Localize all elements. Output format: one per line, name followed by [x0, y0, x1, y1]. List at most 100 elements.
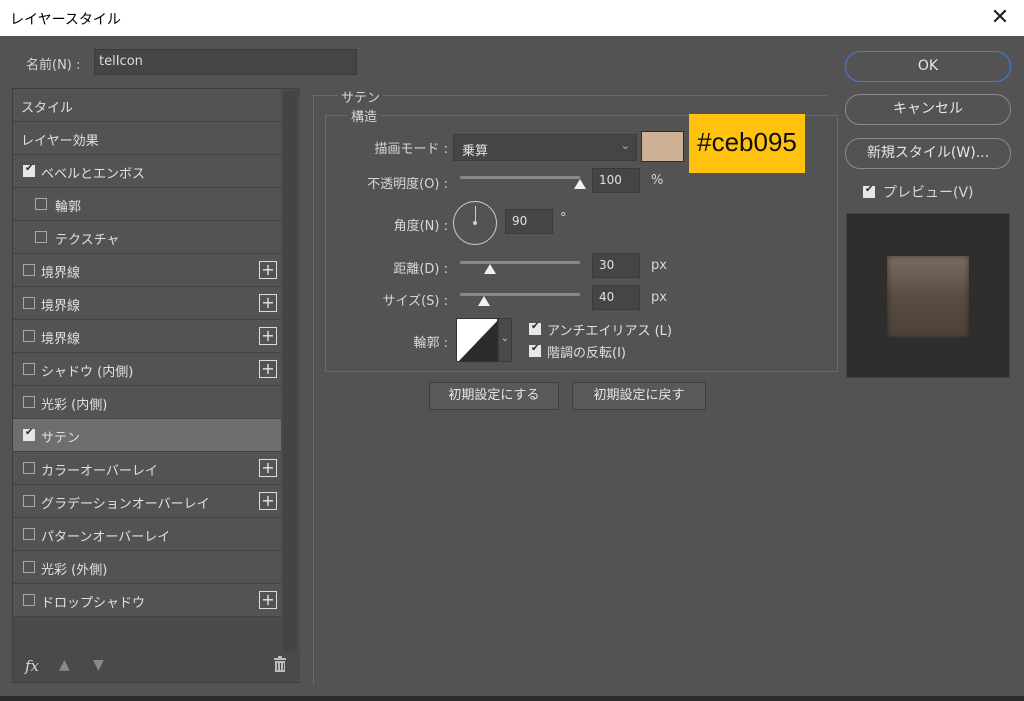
- style-checkbox[interactable]: [23, 594, 35, 606]
- color-swatch[interactable]: [641, 131, 684, 162]
- arrow-down-icon[interactable]: ▼: [93, 657, 104, 673]
- style-item[interactable]: スタイル: [13, 89, 281, 122]
- style-item[interactable]: 境界線 +: [13, 320, 281, 353]
- style-item[interactable]: ベベルとエンボス: [13, 155, 281, 188]
- angle-label: 角度(N) :: [393, 219, 448, 234]
- style-item-label: 輪郭: [55, 200, 82, 215]
- add-icon[interactable]: +: [259, 459, 277, 477]
- style-checkbox[interactable]: [23, 330, 35, 342]
- antialias-label: アンチエイリアス (L): [547, 324, 672, 339]
- group-title: 構造: [347, 106, 382, 125]
- angle-unit: °: [560, 211, 567, 226]
- style-item[interactable]: 境界線 +: [13, 254, 281, 287]
- preview-label: プレビュー(V): [883, 185, 974, 201]
- scrollbar[interactable]: [281, 89, 300, 682]
- invert-check[interactable]: [529, 343, 541, 357]
- preview-check[interactable]: [863, 184, 875, 198]
- style-item[interactable]: パターンオーバーレイ: [13, 518, 281, 551]
- distance-unit: px: [651, 258, 667, 273]
- style-checkbox[interactable]: [35, 198, 47, 210]
- add-icon[interactable]: +: [259, 261, 277, 279]
- style-item[interactable]: サテン: [13, 419, 281, 452]
- style-item-label: ベベルとエンボス: [41, 167, 146, 182]
- distance-slider[interactable]: [460, 261, 580, 264]
- style-item[interactable]: 光彩 (外側): [13, 551, 281, 584]
- ok-button[interactable]: OK: [845, 51, 1011, 82]
- style-checkbox[interactable]: [23, 462, 35, 474]
- style-checkbox[interactable]: [23, 528, 35, 540]
- distance-input[interactable]: 30: [592, 253, 640, 278]
- opacity-slider[interactable]: [460, 176, 580, 179]
- preview-thumbnail: [846, 213, 1010, 378]
- style-checkbox[interactable]: [23, 495, 35, 507]
- title-bar: レイヤースタイル ✕: [0, 0, 1024, 36]
- chevron-down-icon: ⌄: [500, 333, 510, 344]
- contour-label: 輪郭 :: [413, 336, 448, 351]
- fx-button[interactable]: fx: [25, 657, 39, 675]
- antialias-check[interactable]: [529, 321, 541, 335]
- contour-dropdown[interactable]: ⌄: [498, 318, 512, 362]
- style-checkbox[interactable]: [23, 163, 35, 177]
- add-icon[interactable]: +: [259, 591, 277, 609]
- arrow-up-icon[interactable]: ▲: [59, 657, 70, 673]
- style-checkbox[interactable]: [23, 396, 35, 408]
- style-item[interactable]: グラデーションオーバーレイ +: [13, 485, 281, 518]
- blend-mode-label: 描画モード :: [374, 142, 448, 157]
- style-item[interactable]: 境界線 +: [13, 287, 281, 320]
- reset-default-button[interactable]: 初期設定に戻す: [572, 382, 706, 410]
- opacity-input[interactable]: 100: [592, 168, 640, 193]
- style-item-label: レイヤー効果: [21, 134, 99, 149]
- style-item[interactable]: ドロップシャドウ +: [13, 584, 281, 617]
- contour-preview[interactable]: [456, 318, 498, 362]
- style-item-label: カラーオーバーレイ: [41, 464, 158, 479]
- cancel-button[interactable]: キャンセル: [845, 94, 1011, 125]
- add-icon[interactable]: +: [259, 360, 277, 378]
- style-item-label: パターンオーバーレイ: [41, 530, 171, 545]
- style-checkbox[interactable]: [35, 231, 47, 243]
- size-slider-thumb[interactable]: [478, 296, 490, 306]
- distance-label: 距離(D) :: [393, 262, 448, 277]
- make-default-button[interactable]: 初期設定にする: [429, 382, 559, 410]
- invert-label: 階調の反転(I): [547, 346, 626, 361]
- size-unit: px: [651, 290, 667, 305]
- section-title: サテン: [338, 87, 384, 106]
- style-checkbox[interactable]: [23, 264, 35, 276]
- angle-dial[interactable]: [453, 201, 497, 245]
- opacity-slider-thumb[interactable]: [574, 179, 586, 189]
- opacity-unit: %: [651, 173, 664, 188]
- style-item-label: スタイル: [21, 101, 74, 116]
- size-input[interactable]: 40: [592, 285, 640, 310]
- trash-icon[interactable]: [273, 656, 287, 672]
- style-item[interactable]: シャドウ (内側) +: [13, 353, 281, 386]
- name-input[interactable]: telIcon: [94, 49, 357, 75]
- distance-slider-thumb[interactable]: [484, 264, 496, 274]
- style-checkbox[interactable]: [23, 427, 35, 441]
- add-icon[interactable]: +: [259, 492, 277, 510]
- style-item-label: 境界線: [41, 266, 81, 281]
- scrollbar-thumb[interactable]: [283, 91, 297, 651]
- close-icon[interactable]: ✕: [986, 4, 1014, 32]
- style-item[interactable]: テクスチャ: [13, 221, 281, 254]
- style-checkbox[interactable]: [23, 561, 35, 573]
- angle-input[interactable]: 90: [505, 209, 553, 234]
- add-icon[interactable]: +: [259, 327, 277, 345]
- styles-list: スタイルレイヤー効果ベベルとエンボス輪郭テクスチャ境界線+境界線+境界線+シャド…: [13, 89, 281, 617]
- add-icon[interactable]: +: [259, 294, 277, 312]
- style-item[interactable]: レイヤー効果: [13, 122, 281, 155]
- style-item[interactable]: 輪郭: [13, 188, 281, 221]
- style-item-label: グラデーションオーバーレイ: [41, 497, 210, 512]
- style-checkbox[interactable]: [23, 297, 35, 309]
- hex-callout: #ceb095: [689, 114, 805, 173]
- style-item-label: ドロップシャドウ: [41, 596, 146, 611]
- blend-mode-select[interactable]: 乗算 ⌄: [453, 134, 637, 161]
- style-item-label: 境界線: [41, 299, 81, 314]
- chevron-down-icon: ⌄: [620, 139, 630, 152]
- angle-center-dot: [473, 221, 477, 225]
- style-item-label: テクスチャ: [55, 233, 120, 248]
- style-item[interactable]: 光彩 (内側): [13, 386, 281, 419]
- new-style-button[interactable]: 新規スタイル(W)...: [845, 138, 1011, 169]
- style-item[interactable]: カラーオーバーレイ +: [13, 452, 281, 485]
- preview-square: [887, 256, 969, 338]
- window-title: レイヤースタイル: [10, 12, 121, 28]
- style-checkbox[interactable]: [23, 363, 35, 375]
